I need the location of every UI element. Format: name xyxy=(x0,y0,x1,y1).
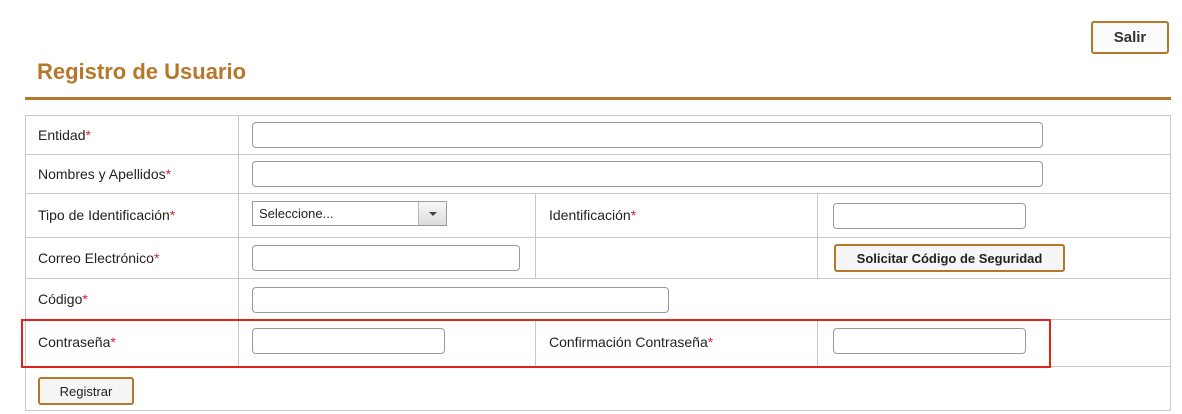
codigo-field[interactable] xyxy=(252,287,669,313)
page-title: Registro de Usuario xyxy=(37,59,247,84)
identificacion-label: Identificación* xyxy=(549,207,637,223)
chevron-down-icon[interactable] xyxy=(418,202,446,225)
tipo-identificacion-select[interactable]: Seleccione... xyxy=(252,201,447,226)
tipo-identificacion-label: Tipo de Identificación* xyxy=(38,207,176,223)
title-divider xyxy=(25,97,1171,100)
table-row xyxy=(25,366,1171,411)
correo-label: Correo Electrónico* xyxy=(38,250,160,266)
identificacion-field[interactable] xyxy=(833,203,1026,229)
email-field[interactable] xyxy=(252,245,520,271)
request-security-code-button[interactable]: Solicitar Código de Seguridad xyxy=(834,244,1065,272)
exit-button[interactable]: Salir xyxy=(1091,21,1169,54)
codigo-label: Código* xyxy=(38,291,88,307)
entidad-label: Entidad* xyxy=(38,127,91,143)
table-row xyxy=(535,237,818,279)
entidad-field[interactable] xyxy=(252,122,1043,148)
nombres-label: Nombres y Apellidos* xyxy=(38,166,172,182)
highlight-box xyxy=(21,319,1051,368)
tipo-identificacion-value: Seleccione... xyxy=(259,206,334,221)
register-button[interactable]: Registrar xyxy=(38,377,134,405)
nombres-field[interactable] xyxy=(252,161,1043,187)
